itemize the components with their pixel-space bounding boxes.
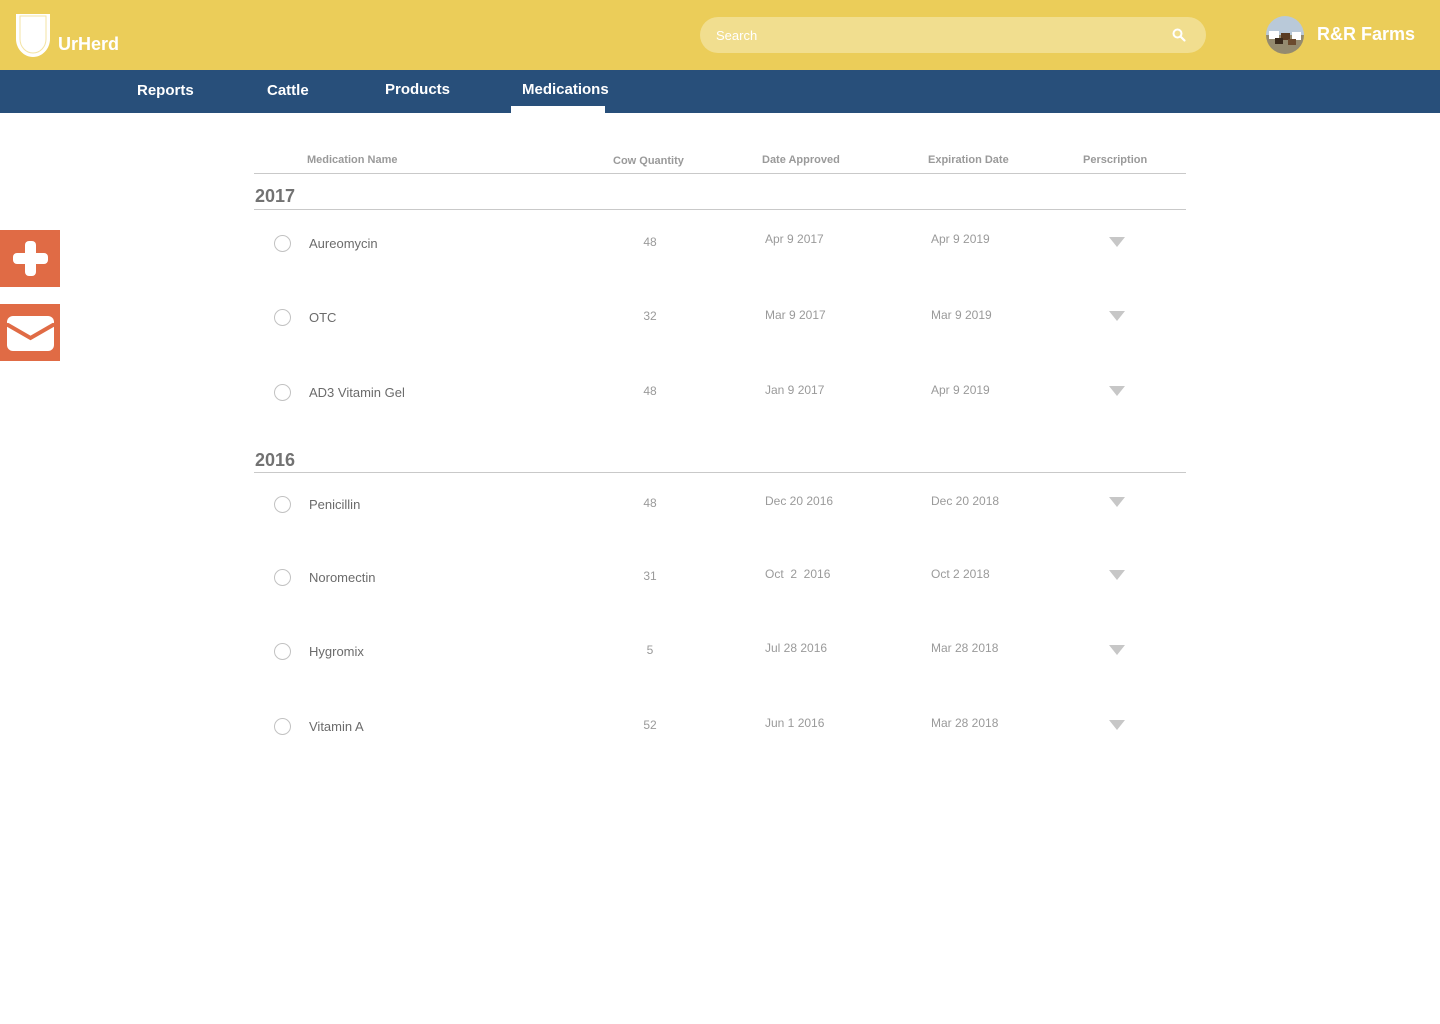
row-select-radio[interactable] — [274, 384, 291, 401]
cow-quantity: 48 — [643, 496, 657, 510]
group-year-2017: 2017 — [255, 186, 296, 206]
prescription-dropdown-icon[interactable] — [1109, 570, 1125, 580]
row-select-radio[interactable] — [274, 643, 291, 660]
cow-quantity: 32 — [643, 309, 657, 323]
mail-icon — [6, 316, 55, 351]
nav-item-medications[interactable]: Medications — [522, 81, 609, 98]
date-approved: Dec 20 2016 — [765, 494, 834, 508]
expiration-date: Mar 28 2018 — [931, 716, 999, 730]
prescription-dropdown-icon[interactable] — [1109, 720, 1125, 730]
expiration-date: Mar 28 2018 — [931, 641, 999, 655]
farm-avatar[interactable] — [1266, 16, 1304, 54]
brand-name[interactable]: UrHerd — [58, 34, 119, 55]
column-header-quantity[interactable]: Cow Quantity — [613, 155, 684, 167]
date-approved: Jan 9 2017 — [765, 383, 825, 397]
column-header-date-approved[interactable]: Date Approved — [762, 154, 840, 166]
column-header-name[interactable]: Medication Name — [307, 154, 397, 166]
prescription-dropdown-icon[interactable] — [1109, 497, 1125, 507]
main-nav: Reports Cattle Products Medications — [0, 70, 1440, 113]
search-bar — [700, 17, 1206, 53]
plus-icon — [13, 241, 48, 276]
column-header-expiration-date[interactable]: Expiration Date — [928, 154, 1009, 166]
medication-name: AD3 Vitamin Gel — [309, 385, 405, 400]
row-select-radio[interactable] — [274, 718, 291, 735]
cow-quantity: 31 — [643, 569, 657, 583]
date-approved: Oct 2 2016 — [765, 567, 831, 581]
cow-quantity: 5 — [646, 643, 654, 657]
date-approved: Mar 9 2017 — [765, 308, 826, 322]
medication-name: Aureomycin — [309, 236, 378, 251]
medication-name: Noromectin — [309, 570, 376, 585]
cow-quantity: 48 — [643, 384, 657, 398]
expiration-date: Mar 9 2019 — [931, 308, 992, 322]
cow-quantity: 48 — [643, 235, 657, 249]
row-select-radio[interactable] — [274, 569, 291, 586]
top-header: UrHerd R&R Farms — [0, 0, 1440, 70]
expiration-date: Apr 9 2019 — [931, 383, 990, 397]
shield-logo-icon — [16, 14, 50, 57]
expiration-date: Oct 2 2018 — [931, 567, 990, 581]
date-approved: Jun 1 2016 — [765, 716, 825, 730]
group-divider — [254, 209, 1186, 210]
prescription-dropdown-icon[interactable] — [1109, 386, 1125, 396]
prescription-dropdown-icon[interactable] — [1109, 237, 1125, 247]
add-medication-button[interactable] — [0, 230, 60, 287]
header-divider — [254, 173, 1186, 174]
row-select-radio[interactable] — [274, 309, 291, 326]
row-select-radio[interactable] — [274, 496, 291, 513]
medication-name: OTC — [309, 310, 337, 325]
row-select-radio[interactable] — [274, 235, 291, 252]
column-header-prescription[interactable]: Perscription — [1083, 154, 1147, 166]
search-input[interactable] — [716, 17, 1156, 53]
prescription-dropdown-icon[interactable] — [1109, 645, 1125, 655]
account-name[interactable]: R&R Farms — [1317, 24, 1415, 45]
cow-quantity: 52 — [643, 718, 657, 732]
group-divider — [254, 472, 1186, 473]
prescription-dropdown-icon[interactable] — [1109, 311, 1125, 321]
date-approved: Apr 9 2017 — [765, 232, 824, 246]
nav-item-cattle[interactable]: Cattle — [267, 82, 309, 99]
medication-name: Vitamin A — [309, 719, 364, 734]
date-approved: Jul 28 2016 — [765, 641, 828, 655]
active-tab-indicator — [511, 106, 605, 113]
search-icon[interactable] — [1171, 27, 1187, 43]
nav-item-reports[interactable]: Reports — [137, 82, 194, 99]
nav-item-products[interactable]: Products — [385, 81, 450, 98]
expiration-date: Dec 20 2018 — [931, 494, 1000, 508]
message-button[interactable] — [0, 304, 60, 361]
medication-name: Penicillin — [309, 497, 361, 512]
medication-name: Hygromix — [309, 644, 364, 659]
group-year-2016: 2016 — [255, 450, 296, 470]
expiration-date: Apr 9 2019 — [931, 232, 990, 246]
